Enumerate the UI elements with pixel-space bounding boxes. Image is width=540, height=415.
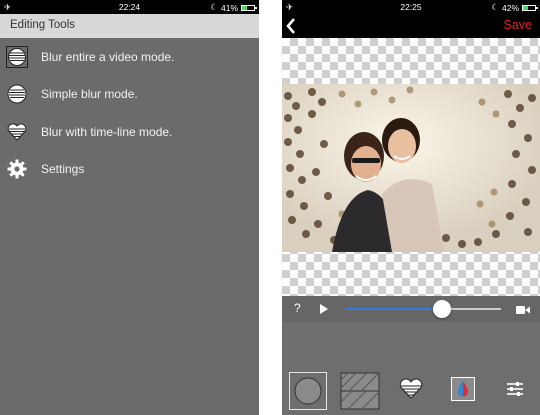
blood-drop-icon[interactable] <box>451 377 475 401</box>
status-right: ☾ 42% <box>491 2 538 13</box>
page-title: Editing Tools <box>10 19 75 31</box>
circle-lines-icon <box>7 84 27 104</box>
timeline-knob[interactable] <box>432 300 451 318</box>
circle-brush-icon[interactable] <box>289 372 327 410</box>
blurred-photo[interactable] <box>282 84 540 252</box>
moon-icon: ☾ <box>491 2 499 12</box>
editor-canvas[interactable] <box>282 38 540 296</box>
battery-percent: 41% <box>220 2 238 13</box>
right-screen: ✈ 22:25 ☾ 42% Save ? <box>282 0 540 415</box>
menu-item-label: Settings <box>41 162 85 177</box>
nav-bar: Save <box>282 14 540 38</box>
menu-item-label: Blur entire a video mode. <box>41 49 175 64</box>
editing-tools-header: Editing Tools <box>0 14 259 38</box>
timeline-progress <box>345 308 442 310</box>
menu-item-blur-timeline[interactable]: Blur with time-line mode. <box>0 113 259 151</box>
status-bar: ✈ 22:25 ☾ 42% <box>282 0 540 14</box>
battery-percent: 42% <box>501 2 519 13</box>
save-button[interactable]: Save <box>504 18 533 32</box>
heart-lines-icon <box>7 123 27 141</box>
battery-icon <box>522 4 538 11</box>
menu-item-label: Blur with time-line mode. <box>41 124 173 139</box>
help-button[interactable]: ? <box>294 301 301 315</box>
brush-toolbar <box>282 322 540 415</box>
heart-brush-icon[interactable] <box>399 378 423 400</box>
battery-icon <box>241 4 257 11</box>
timeline-slider[interactable] <box>345 308 501 310</box>
battery-fill <box>242 5 247 10</box>
play-icon[interactable] <box>320 304 328 314</box>
status-right: ☾ 41% <box>210 2 257 13</box>
menu-item-label: Simple blur mode. <box>41 87 138 102</box>
status-bar: ✈ 22:24 ☾ 41% <box>0 0 259 14</box>
menu-item-simple-blur[interactable]: Simple blur mode. <box>0 76 259 114</box>
video-camera-icon[interactable] <box>516 305 530 315</box>
battery-fill <box>523 5 529 10</box>
video-player-bar: ? <box>282 296 540 322</box>
moon-icon: ☾ <box>210 2 218 12</box>
menu-item-blur-entire-video[interactable]: Blur entire a video mode. <box>0 38 259 76</box>
left-screen: ✈ 22:24 ☾ 41% Editing Tools Blur entire … <box>0 0 259 415</box>
tools-menu: Blur entire a video mode. Simple blur mo… <box>0 38 259 188</box>
circle-lines-icon <box>6 45 28 68</box>
rectangle-brush-icon[interactable] <box>340 372 380 410</box>
gear-icon <box>7 159 27 179</box>
menu-item-settings[interactable]: Settings <box>0 151 259 189</box>
sliders-icon[interactable] <box>506 380 524 398</box>
chevron-left-icon[interactable] <box>284 16 298 36</box>
